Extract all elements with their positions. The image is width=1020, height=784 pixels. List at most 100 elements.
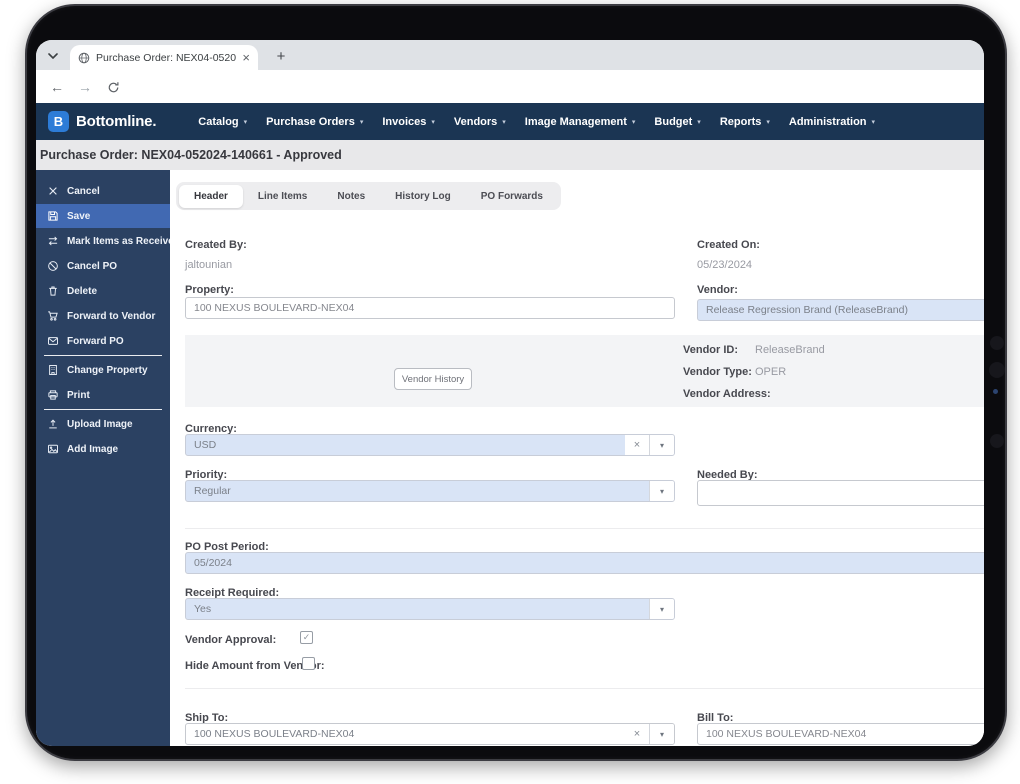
- brand-name: Bottomline.: [76, 113, 157, 130]
- tab-header[interactable]: Header: [179, 184, 243, 208]
- menu-image-management[interactable]: Image Management ▾: [525, 116, 636, 128]
- app-menu: Catalog ▾ Purchase Orders ▾ Invoices ▾ Vend…: [198, 116, 875, 128]
- vendor-history-button[interactable]: Vendor History: [394, 368, 472, 390]
- sidebar-divider: [44, 409, 162, 410]
- globe-icon: [78, 52, 90, 64]
- page-title: Purchase Order: NEX04-052024-140661 - Ap…: [40, 148, 342, 162]
- vendor-approval-checkbox[interactable]: ✓: [300, 631, 313, 644]
- sidebar-item-add-image[interactable]: Add Image: [36, 437, 170, 461]
- transfer-arrows-icon: [47, 235, 59, 247]
- clear-icon[interactable]: ×: [625, 724, 649, 744]
- chevron-down-icon: ▾: [697, 118, 701, 126]
- chevron-down-icon: ▾: [243, 118, 248, 126]
- chevron-down-icon[interactable]: ▾: [649, 724, 674, 744]
- image-icon: [47, 443, 59, 455]
- chevron-down-icon: ▾: [502, 118, 506, 126]
- save-icon: [47, 210, 59, 222]
- property-input[interactable]: [185, 297, 675, 319]
- printer-icon: [47, 389, 59, 401]
- vendor-type-value: OPER: [755, 366, 787, 378]
- brand-mark-icon: B: [48, 111, 69, 132]
- sidebar-item-print[interactable]: Print: [36, 383, 170, 407]
- created-on-label: Created On:: [697, 239, 760, 251]
- clear-icon[interactable]: ×: [625, 435, 649, 455]
- tab-line-items[interactable]: Line Items: [243, 185, 322, 208]
- bezel-dot: [990, 336, 1004, 350]
- tab-close-icon[interactable]: ×: [242, 51, 250, 64]
- ship-to-combobox[interactable]: 100 NEXUS BOULEVARD-NEX04 × ▾: [185, 723, 675, 745]
- vendor-info-panel: [185, 335, 984, 407]
- bezel-dot: [993, 389, 998, 394]
- vendor-type-label: Vendor Type:: [683, 366, 752, 378]
- vendor-combobox[interactable]: Release Regression Brand (ReleaseBrand): [697, 299, 984, 321]
- tab-search-chevron-icon[interactable]: [44, 47, 62, 65]
- sidebar-item-mark-items-as-received[interactable]: Mark Items as Received: [36, 229, 180, 253]
- property-label: Property:: [185, 284, 234, 296]
- bezel-dot: [989, 362, 1005, 378]
- chevron-down-icon[interactable]: ▾: [649, 435, 674, 455]
- menu-invoices[interactable]: Invoices ▾: [382, 116, 435, 128]
- menu-vendors[interactable]: Vendors ▾: [454, 116, 506, 128]
- vendor-approval-label: Vendor Approval:: [185, 634, 277, 646]
- sidebar-item-save[interactable]: Save: [36, 204, 170, 228]
- browser-tab[interactable]: Purchase Order: NEX04-052024 ×: [70, 45, 258, 70]
- close-icon: [47, 185, 59, 197]
- menu-administration[interactable]: Administration ▾: [789, 116, 875, 128]
- menu-reports[interactable]: Reports ▾: [720, 116, 770, 128]
- sidebar-item-forward-po[interactable]: Forward PO: [36, 329, 170, 353]
- browser-window: Purchase Order: NEX04-052024 × + ← → nex…: [36, 40, 984, 746]
- sidebar-item-upload-image[interactable]: Upload Image: [36, 412, 170, 436]
- section-divider: [185, 528, 984, 529]
- vendor-address-label: Vendor Address:: [683, 388, 771, 400]
- vendor-id-label: Vendor ID:: [683, 344, 739, 356]
- sidebar-divider: [44, 355, 162, 356]
- action-sidebar: Cancel Save Mark Items as Received Cance…: [36, 170, 180, 746]
- created-by-label: Created By:: [185, 239, 247, 251]
- building-icon: [47, 364, 59, 376]
- menu-budget[interactable]: Budget ▾: [654, 116, 700, 128]
- chevron-down-icon: ▾: [431, 118, 435, 126]
- browser-tab-strip: Purchase Order: NEX04-052024 × +: [36, 40, 984, 70]
- cart-icon: [47, 310, 59, 322]
- chevron-down-icon: ▾: [871, 118, 876, 126]
- priority-combobox[interactable]: Regular ▾: [185, 480, 675, 502]
- browser-toolbar: ← → nexustraining4.nexuspayables.com: [36, 70, 984, 128]
- currency-combobox[interactable]: USD × ▾: [185, 434, 675, 456]
- chevron-down-icon: ▾: [766, 118, 770, 126]
- menu-catalog[interactable]: Catalog ▾: [198, 116, 247, 128]
- chevron-down-icon: ▾: [631, 118, 636, 126]
- created-by-value: jaltounian: [185, 259, 233, 271]
- po-post-period-field[interactable]: 05/2024: [185, 552, 984, 574]
- chevron-down-icon[interactable]: ▾: [649, 599, 674, 619]
- hide-amount-checkbox[interactable]: [302, 657, 315, 670]
- sidebar-item-delete[interactable]: Delete: [36, 279, 170, 303]
- check-icon: ✓: [302, 632, 311, 642]
- tab-notes[interactable]: Notes: [322, 185, 380, 208]
- forward-button[interactable]: →: [74, 76, 96, 98]
- sidebar-item-cancel-po[interactable]: Cancel PO: [36, 254, 170, 278]
- app-navbar: B Bottomline. Catalog ▾ Purchase Orders ▾ …: [36, 103, 984, 140]
- bezel-dot: [990, 434, 1004, 448]
- chevron-down-icon[interactable]: ▾: [649, 481, 674, 501]
- vendor-label: Vendor:: [697, 284, 738, 296]
- needed-by-input[interactable]: [697, 480, 984, 506]
- back-button[interactable]: ←: [46, 76, 68, 98]
- sidebar-item-cancel[interactable]: Cancel: [36, 179, 170, 203]
- tab-po-forwards[interactable]: PO Forwards: [466, 185, 558, 208]
- new-tab-button[interactable]: +: [270, 45, 292, 67]
- receipt-required-combobox[interactable]: Yes ▾: [185, 598, 675, 620]
- vendor-id-value: ReleaseBrand: [755, 344, 825, 356]
- bill-to-input[interactable]: [697, 723, 984, 745]
- menu-purchase-orders[interactable]: Purchase Orders ▾: [266, 116, 363, 128]
- created-on-value: 05/23/2024: [697, 259, 753, 271]
- tab-title: Purchase Order: NEX04-052024: [96, 51, 237, 64]
- po-tabs: Header Line Items Notes History Log PO F…: [176, 182, 561, 210]
- trash-icon: [47, 285, 59, 297]
- brand-logo[interactable]: B Bottomline.: [48, 111, 156, 132]
- tab-history-log[interactable]: History Log: [380, 185, 466, 208]
- upload-icon: [47, 418, 59, 430]
- reload-button[interactable]: [102, 76, 124, 98]
- chevron-down-icon: ▾: [359, 118, 364, 126]
- sidebar-item-forward-to-vendor[interactable]: Forward to Vendor: [36, 304, 170, 328]
- sidebar-item-change-property[interactable]: Change Property: [36, 358, 170, 382]
